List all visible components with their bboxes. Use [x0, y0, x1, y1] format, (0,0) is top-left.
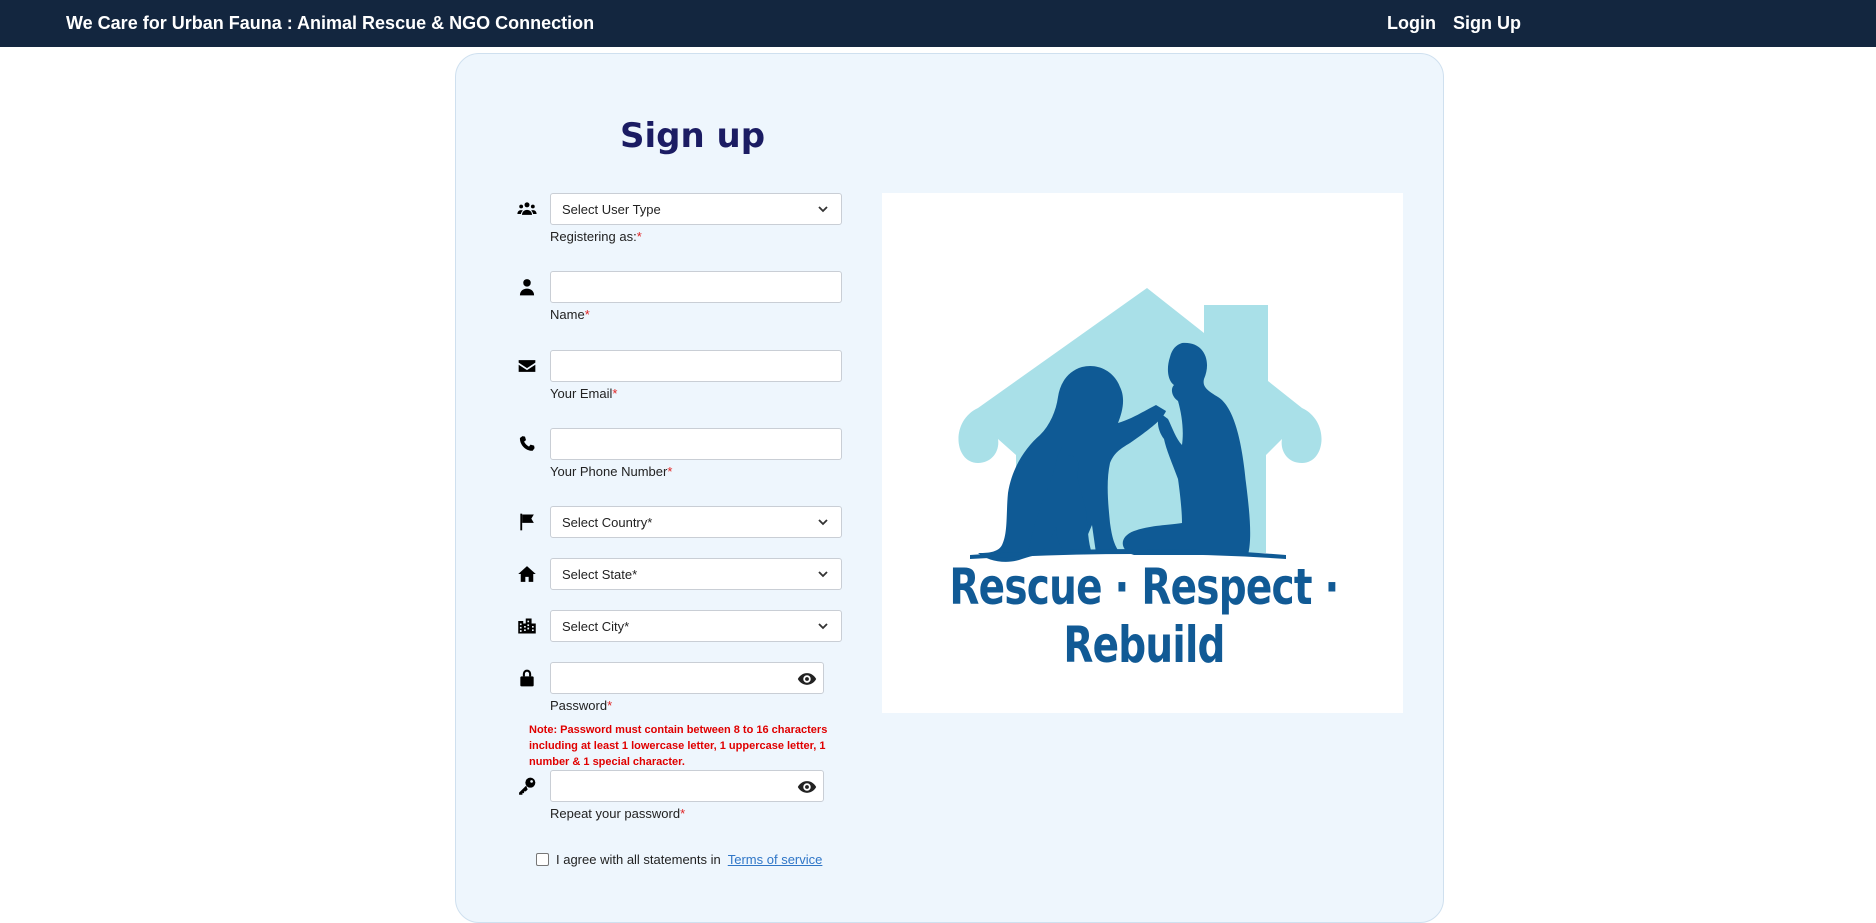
name-label: Name*: [550, 307, 590, 322]
repeat-password-label: Repeat your password*: [550, 806, 685, 821]
user-icon: [516, 276, 538, 298]
agree-text: I agree with all statements in: [556, 852, 721, 867]
nav-links: Login Sign Up: [1387, 13, 1521, 34]
phone-field[interactable]: [550, 428, 842, 460]
repeat-password-field[interactable]: [550, 770, 824, 802]
signup-link[interactable]: Sign Up: [1453, 13, 1521, 34]
signup-card: Sign up Select User Type Registering as:…: [455, 53, 1444, 923]
required-mark: *: [612, 386, 618, 401]
users-icon: [516, 198, 538, 220]
repeat-password-label-text: Repeat your password: [550, 806, 681, 821]
required-mark: *: [667, 464, 673, 479]
email-label: Your Email*: [550, 386, 617, 401]
password-field[interactable]: [550, 662, 824, 694]
name-label-text: Name: [550, 307, 585, 322]
email-field[interactable]: [550, 350, 842, 382]
state-placeholder: Select State*: [562, 566, 638, 582]
phone-label-text: Your Phone Number: [550, 464, 668, 479]
city-select[interactable]: Select City*: [550, 610, 842, 642]
chevron-down-icon: [817, 620, 829, 632]
phone-icon: [516, 433, 538, 455]
user-type-label-text: Registering as:: [550, 229, 637, 244]
city-placeholder: Select City*: [562, 618, 630, 634]
password-note: Note: Password must contain between 8 to…: [529, 724, 828, 768]
terms-link[interactable]: Terms of service: [728, 852, 823, 867]
phone-label: Your Phone Number*: [550, 464, 672, 479]
city-icon: [516, 615, 538, 637]
password-label: Password*: [550, 698, 612, 713]
rescue-logo-image: Rescue · Respect · Rebuild: [882, 193, 1403, 713]
chevron-down-icon: [817, 568, 829, 580]
key-icon: [516, 775, 538, 797]
eye-icon[interactable]: [797, 669, 817, 689]
user-type-placeholder: Select User Type: [562, 201, 661, 217]
app-title[interactable]: We Care for Urban Fauna : Animal Rescue …: [66, 13, 594, 34]
country-select[interactable]: Select Country*: [550, 506, 842, 538]
chevron-down-icon: [817, 516, 829, 528]
logo-tagline: Rescue · Respect · Rebuild: [949, 558, 1339, 674]
name-field[interactable]: [550, 271, 842, 303]
home-icon: [516, 563, 538, 585]
lock-icon: [516, 667, 538, 689]
state-select[interactable]: Select State*: [550, 558, 842, 590]
country-placeholder: Select Country*: [562, 514, 653, 530]
terms-agreement: I agree with all statements in Terms of …: [536, 852, 822, 867]
user-type-select[interactable]: Select User Type: [550, 193, 842, 225]
login-link[interactable]: Login: [1387, 13, 1436, 34]
agree-checkbox[interactable]: [536, 853, 549, 866]
email-label-text: Your Email: [550, 386, 613, 401]
top-navbar: We Care for Urban Fauna : Animal Rescue …: [0, 0, 1876, 47]
chevron-down-icon: [817, 203, 829, 215]
page-title: Sign up: [620, 116, 766, 156]
password-label-text: Password: [550, 698, 608, 713]
required-mark: *: [584, 307, 590, 322]
flag-icon: [516, 511, 538, 533]
user-type-label: Registering as:*: [550, 229, 642, 244]
eye-icon[interactable]: [797, 777, 817, 797]
required-mark: *: [607, 698, 613, 713]
envelope-icon: [516, 355, 538, 377]
required-mark: *: [636, 229, 642, 244]
required-mark: *: [680, 806, 686, 821]
